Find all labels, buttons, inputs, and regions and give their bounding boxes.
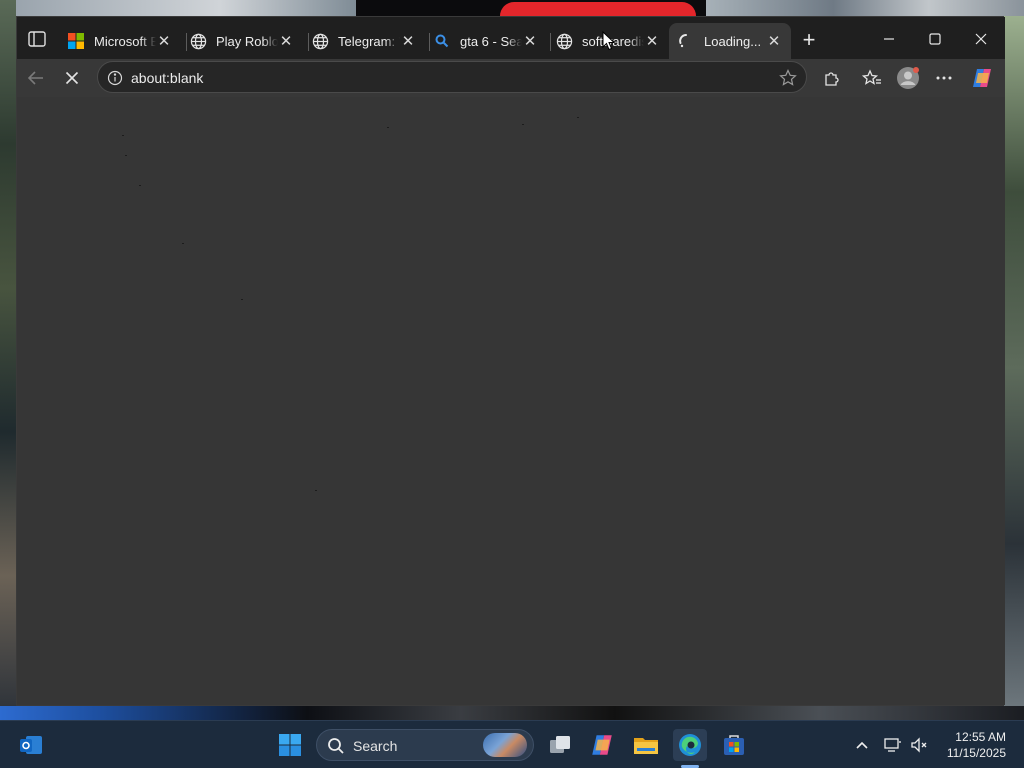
tab-close-button[interactable]: ✕ [643, 32, 661, 50]
clock[interactable]: 12:55 AM 11/15/2025 [947, 729, 1006, 761]
puzzle-icon [825, 72, 839, 86]
url-text[interactable]: about:blank [131, 70, 203, 86]
more-dots-icon [936, 76, 952, 80]
speck [139, 185, 141, 186]
microsoft-logo-icon [67, 32, 85, 50]
speck [122, 135, 124, 136]
speck [387, 127, 389, 128]
show-hidden-icons-button[interactable] [851, 735, 873, 755]
maximize-button[interactable] [912, 25, 958, 53]
close-icon [975, 33, 987, 45]
page-content [17, 97, 1005, 705]
browser-toolbar: about:blank [17, 59, 1005, 97]
tab-close-button[interactable]: ✕ [399, 32, 417, 50]
speck [125, 155, 127, 156]
mouse-cursor-icon [602, 31, 616, 51]
edge-icon [679, 734, 701, 756]
search-highlight-image [483, 733, 527, 757]
clock-date: 11/15/2025 [946, 746, 1006, 760]
star-icon [779, 69, 797, 86]
speck [577, 117, 579, 118]
tab-gta-search[interactable]: gta 6 - Search ✕ [425, 23, 547, 59]
close-icon [65, 71, 79, 85]
tab-telegram[interactable]: Telegram: View ✕ [303, 23, 425, 59]
favorites-button[interactable] [857, 64, 887, 92]
tab-title: Loading... [704, 33, 762, 49]
tab-title: Play Roblox [216, 33, 278, 49]
tab-close-button[interactable]: ✕ [155, 32, 173, 50]
widgets-button[interactable] [14, 729, 48, 761]
wallpaper-right-strip [1004, 16, 1024, 720]
windows-logo-icon [279, 734, 301, 756]
loading-spinner-icon [677, 32, 695, 50]
tab-close-button[interactable]: ✕ [521, 32, 539, 50]
start-button[interactable] [273, 729, 307, 761]
new-tab-button[interactable]: + [795, 27, 823, 53]
folder-icon [634, 738, 658, 754]
stop-loading-button[interactable] [57, 64, 87, 92]
task-view-icon [550, 736, 570, 753]
edge-taskbar-button[interactable] [673, 729, 707, 761]
speaker-muted-icon [911, 737, 927, 753]
outlook-widget-icon [20, 736, 42, 754]
wallpaper-red-shape [500, 2, 696, 16]
tab-bar: Microsoft Edge ✕ Play Roblox ✕ [17, 17, 1005, 59]
chevron-up-icon [856, 741, 868, 749]
maximize-icon [929, 33, 941, 45]
close-window-button[interactable] [958, 25, 1004, 53]
tab-title: Telegram: View [338, 33, 400, 49]
tab-actions-button[interactable] [23, 26, 51, 52]
tab-close-button[interactable]: ✕ [277, 32, 295, 50]
globe-icon [189, 32, 207, 50]
file-explorer-button[interactable] [629, 729, 663, 761]
store-icon [724, 735, 744, 755]
copilot-taskbar-button[interactable] [585, 729, 619, 761]
wallpaper-top-strip [706, 0, 1024, 16]
display-network-icon [884, 738, 901, 752]
minimize-button[interactable] [866, 25, 912, 53]
avatar-icon [897, 67, 919, 89]
wallpaper-left-strip [0, 0, 16, 720]
search-icon [433, 32, 451, 50]
clock-time: 12:55 AM [955, 730, 1006, 744]
wallpaper-bottom-strip [0, 706, 1024, 720]
globe-icon [555, 32, 573, 50]
tab-play-roblox[interactable]: Play Roblox ✕ [181, 23, 303, 59]
tab-title: Microsoft Edge [94, 33, 156, 49]
tab-close-button[interactable]: ✕ [765, 32, 783, 50]
network-button[interactable] [882, 735, 904, 755]
speck [315, 490, 317, 491]
add-favorite-button[interactable] [776, 66, 800, 90]
back-button[interactable] [21, 64, 51, 92]
address-bar[interactable]: about:blank [97, 61, 807, 93]
globe-icon [311, 32, 329, 50]
tab-microsoft-edge[interactable]: Microsoft Edge ✕ [59, 23, 181, 59]
speck [522, 124, 524, 125]
favorites-star-icon [862, 69, 881, 85]
taskbar: Search 12:55 AM 11/15/2025 [0, 720, 1024, 768]
arrow-left-icon [27, 71, 43, 85]
taskbar-search-box[interactable]: Search [316, 729, 534, 761]
tab-title: gta 6 - Search [460, 33, 522, 49]
extensions-button[interactable] [817, 64, 847, 92]
volume-button[interactable] [908, 735, 930, 755]
speck [241, 299, 243, 300]
copilot-icon [973, 69, 991, 87]
store-button[interactable] [717, 729, 751, 761]
copilot-icon [592, 735, 612, 755]
settings-more-button[interactable] [929, 64, 959, 92]
copilot-button[interactable] [967, 64, 997, 92]
wallpaper-top-strip [16, 0, 356, 16]
search-icon [328, 738, 344, 754]
tab-loading[interactable]: Loading... ✕ [669, 23, 791, 59]
speck [182, 243, 184, 244]
minimize-icon [884, 38, 894, 40]
tab-actions-icon [28, 31, 46, 47]
task-view-button[interactable] [543, 729, 577, 761]
info-icon[interactable] [106, 69, 124, 87]
search-label: Search [353, 738, 398, 754]
browser-window: Microsoft Edge ✕ Play Roblox ✕ [16, 16, 1005, 706]
profile-button[interactable] [893, 64, 923, 92]
